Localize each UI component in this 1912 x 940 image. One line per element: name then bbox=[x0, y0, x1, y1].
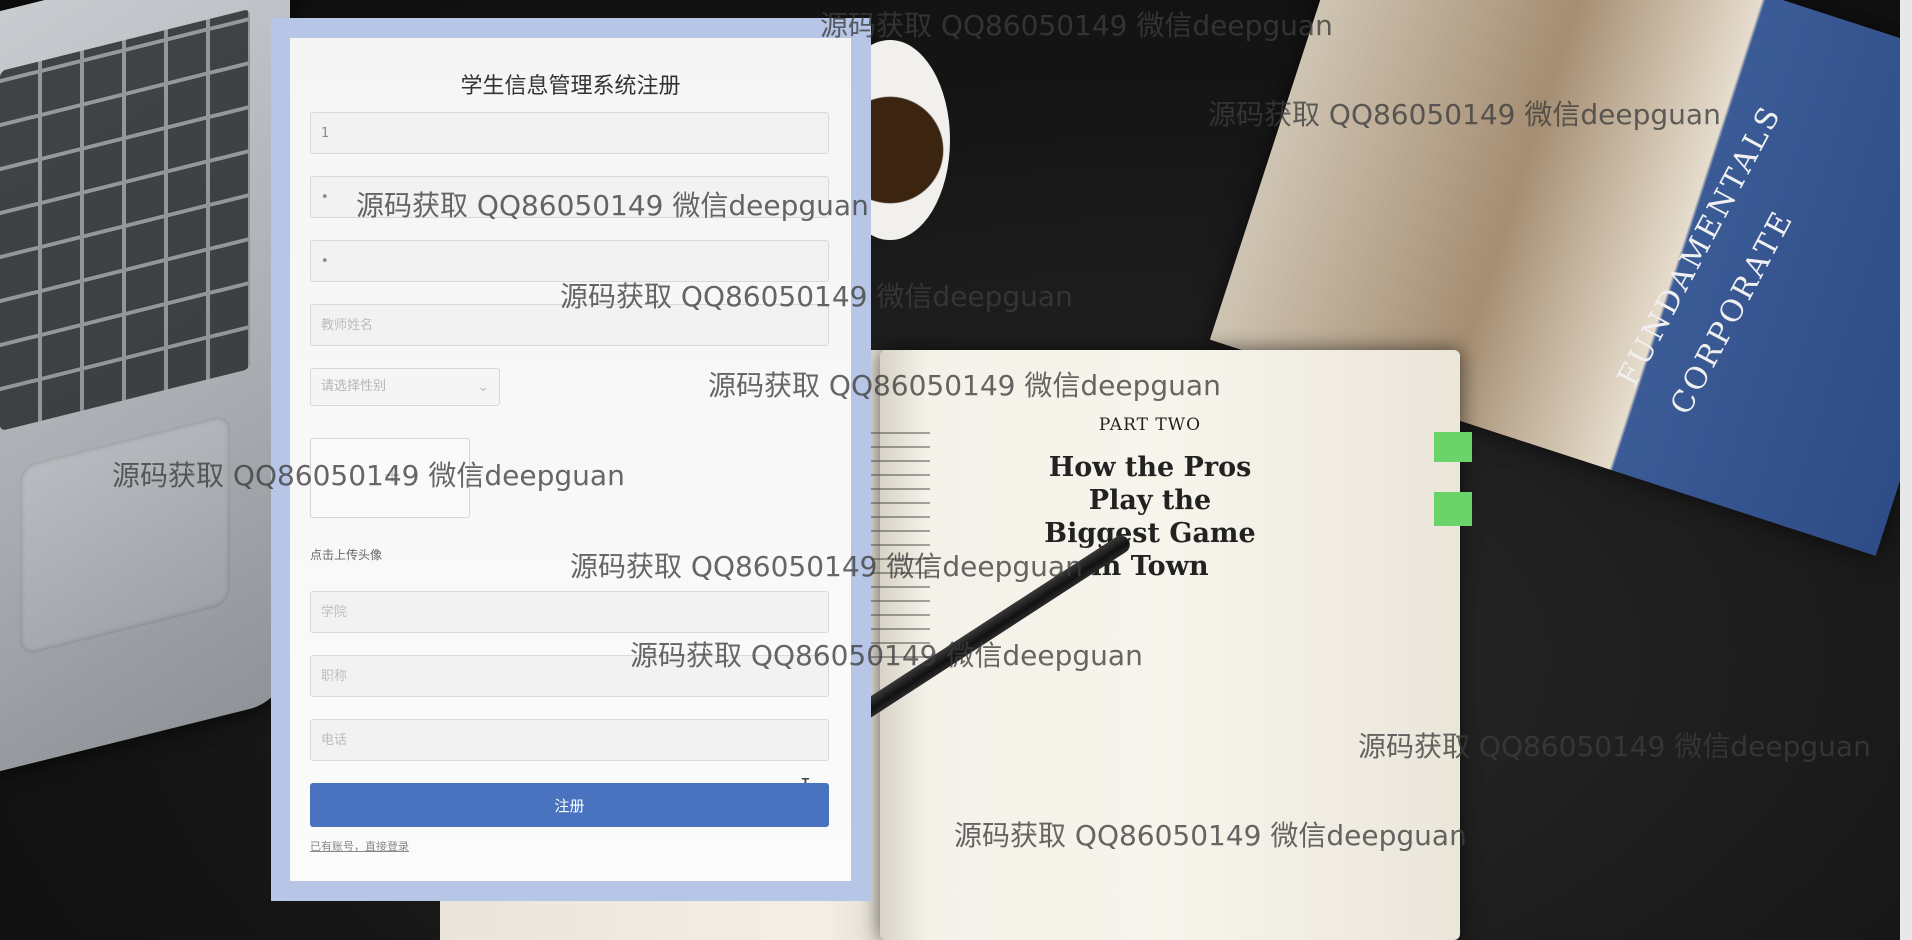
screen: FUNDAMENTALS CORPORATE PART TWO How the … bbox=[0, 0, 1912, 940]
bookmark-tab bbox=[1434, 432, 1472, 462]
phone-input[interactable] bbox=[310, 719, 829, 761]
teacher-name-input[interactable] bbox=[310, 304, 829, 346]
title-rank-input[interactable] bbox=[310, 655, 829, 697]
confirm-password-input[interactable] bbox=[310, 240, 829, 282]
chapter-title-line-1: How the Pros bbox=[1048, 452, 1252, 483]
register-button[interactable]: 注册 bbox=[310, 783, 829, 827]
bookmark-tab bbox=[1434, 492, 1472, 526]
chapter-title-line-3: Biggest Game bbox=[1044, 518, 1256, 549]
chevron-down-icon: ⌄ bbox=[477, 379, 489, 395]
register-panel: 学生信息管理系统注册 请选择性别 ⌄ + 点击上传头像 I 注册 已有账号，直接… bbox=[290, 38, 851, 881]
gender-select[interactable]: 请选择性别 ⌄ bbox=[310, 368, 500, 406]
scrollbar-track[interactable] bbox=[1900, 0, 1912, 940]
keyboard-image bbox=[0, 8, 250, 432]
book-part-label: PART TWO bbox=[1098, 415, 1202, 435]
plus-icon: + bbox=[383, 463, 402, 488]
gender-select-placeholder: 请选择性别 bbox=[321, 379, 387, 394]
avatar-upload[interactable]: + bbox=[310, 438, 470, 518]
avatar-upload-label: 点击上传头像 bbox=[310, 548, 383, 562]
book-chapter-heading: PART TWO How the Pros Play the Biggest G… bbox=[1000, 415, 1300, 583]
book-chapter-title: How the Pros Play the Biggest Game in To… bbox=[1000, 451, 1300, 583]
password-input[interactable] bbox=[310, 176, 829, 218]
login-link[interactable]: 已有账号，直接登录 bbox=[310, 838, 409, 854]
page-title: 学生信息管理系统注册 bbox=[460, 74, 681, 99]
book-text-lines bbox=[870, 420, 930, 670]
chapter-title-line-2: Play the bbox=[1088, 485, 1212, 516]
college-input[interactable] bbox=[310, 591, 829, 633]
username-input[interactable] bbox=[310, 112, 829, 154]
chapter-title-line-4: in Town bbox=[1091, 551, 1209, 582]
